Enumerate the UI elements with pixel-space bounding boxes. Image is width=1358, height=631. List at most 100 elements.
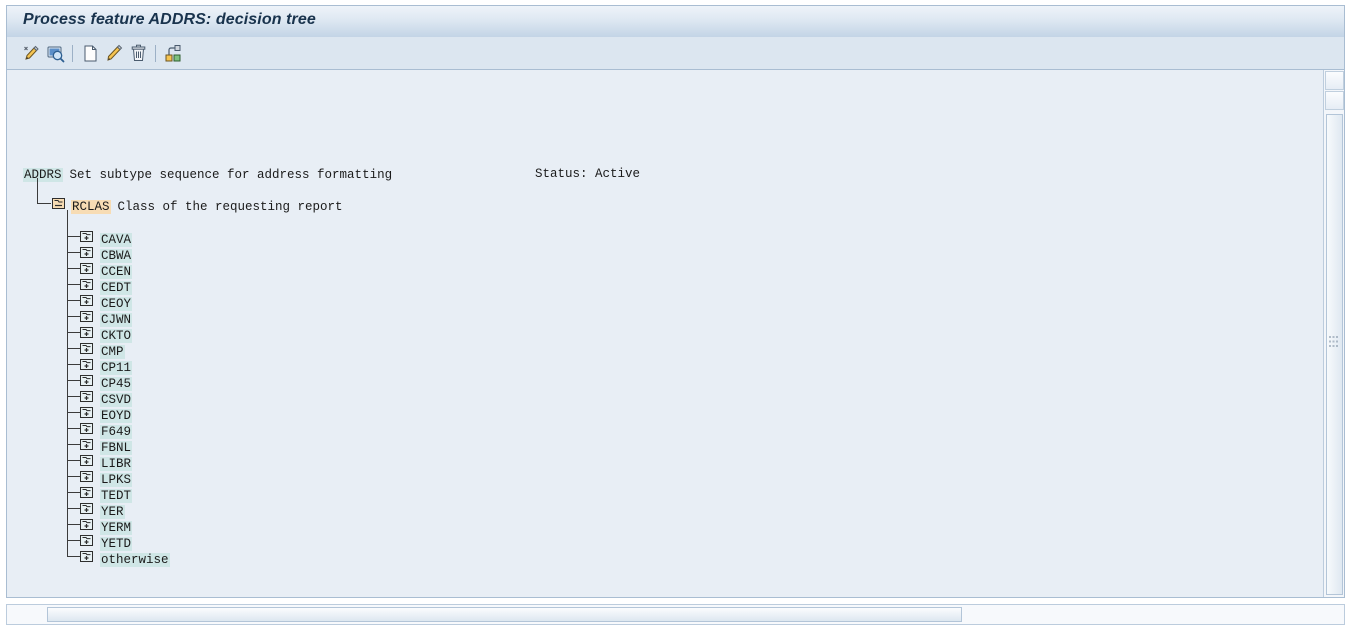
expand-node-icon[interactable] (80, 343, 93, 354)
tree-value-row[interactable]: F649 (100, 424, 133, 440)
expand-node-icon[interactable] (80, 535, 93, 546)
tree-value-row[interactable]: CMP (100, 344, 125, 360)
expand-node-icon[interactable] (80, 519, 93, 530)
create-node-icon[interactable] (78, 42, 102, 66)
tree-value-row[interactable]: YERM (100, 520, 133, 536)
tree-value-row[interactable]: CEDT (100, 280, 133, 296)
decision-tree: ADDRS Set subtype sequence for address fo… (7, 70, 1322, 597)
tree-connector (67, 252, 80, 253)
field-code[interactable]: RCLAS (71, 200, 111, 214)
expand-node-icon[interactable] (80, 295, 93, 306)
tree-value-row[interactable]: LIBR (100, 456, 133, 472)
tree-value-row[interactable]: CP45 (100, 376, 133, 392)
tree-value-row[interactable]: CAVA (100, 232, 133, 248)
expand-node-icon[interactable] (80, 551, 93, 562)
expand-node-icon[interactable] (80, 247, 93, 258)
application-toolbar: © www.tutorialkart.com (6, 37, 1345, 101)
toolbar-separator (155, 45, 156, 62)
tree-connector (37, 178, 38, 203)
window-titlebar: Process feature ADDRS: decision tree (6, 5, 1345, 37)
tree-value-label[interactable]: otherwise (100, 553, 170, 567)
vertical-scrollbar-thumb[interactable] (1326, 114, 1343, 595)
delete-node-icon[interactable] (126, 42, 150, 66)
tree-field-row[interactable]: RCLAS Class of the requesting report (71, 199, 343, 215)
expand-node-icon[interactable] (80, 263, 93, 274)
tree-value-row[interactable]: FBNL (100, 440, 133, 456)
tree-value-row[interactable]: CJWN (100, 312, 133, 328)
tree-value-row[interactable]: CSVD (100, 392, 133, 408)
tree-value-label[interactable]: CP11 (100, 361, 133, 375)
expand-node-icon[interactable] (80, 391, 93, 402)
tree-value-label[interactable]: FBNL (100, 441, 133, 455)
tree-value-label[interactable]: CEOY (100, 297, 133, 311)
tree-value-label[interactable]: YER (100, 505, 125, 519)
tree-value-row[interactable]: CCEN (100, 264, 133, 280)
tree-value-label[interactable]: CCEN (100, 265, 133, 279)
tree-value-row[interactable]: CEOY (100, 296, 133, 312)
expand-node-icon[interactable] (80, 503, 93, 514)
tree-value-label[interactable]: CMP (100, 345, 125, 359)
tree-connector (67, 476, 80, 477)
tree-value-label[interactable]: CJWN (100, 313, 133, 327)
tree-value-label[interactable]: CEDT (100, 281, 133, 295)
tree-value-label[interactable]: YERM (100, 521, 133, 535)
tree-value-label[interactable]: CAVA (100, 233, 133, 247)
structure-graph-icon[interactable] (161, 42, 185, 66)
tree-value-row[interactable]: CBWA (100, 248, 133, 264)
expand-node-icon[interactable] (80, 359, 93, 370)
tree-value-label[interactable]: F649 (100, 425, 133, 439)
expand-node-icon[interactable] (80, 375, 93, 386)
tree-connector (67, 332, 80, 333)
scroll-down-arrow[interactable] (1325, 91, 1344, 110)
tree-value-row[interactable]: CP11 (100, 360, 133, 376)
tree-value-row[interactable]: CKTO (100, 328, 133, 344)
expand-node-icon[interactable] (80, 423, 93, 434)
scroll-left-arrow[interactable] (9, 606, 26, 623)
tree-value-row[interactable]: LPKS (100, 472, 133, 488)
expand-node-icon[interactable] (80, 231, 93, 242)
horizontal-scrollbar-thumb[interactable] (47, 607, 962, 622)
tree-connector (67, 444, 80, 445)
tree-value-label[interactable]: CP45 (100, 377, 133, 391)
tree-value-row[interactable]: otherwise (100, 552, 170, 568)
tree-root-row[interactable]: ADDRS Set subtype sequence for address fo… (23, 167, 392, 183)
tree-connector (67, 316, 80, 317)
expand-node-icon[interactable] (80, 455, 93, 466)
tree-value-label[interactable]: CBWA (100, 249, 133, 263)
scroll-up-arrow[interactable] (1325, 71, 1344, 90)
tree-value-label[interactable]: LPKS (100, 473, 133, 487)
expand-node-icon[interactable] (80, 487, 93, 498)
tree-value-label[interactable]: LIBR (100, 457, 133, 471)
tree-value-row[interactable]: YER (100, 504, 125, 520)
expand-node-icon[interactable] (80, 471, 93, 482)
tree-connector (67, 428, 80, 429)
change-node-icon[interactable] (102, 42, 126, 66)
expand-node-icon[interactable] (80, 279, 93, 290)
expand-node-icon[interactable] (80, 327, 93, 338)
tree-value-label[interactable]: YETD (100, 537, 133, 551)
tree-value-label[interactable]: TEDT (100, 489, 133, 503)
feature-code[interactable]: ADDRS (23, 168, 63, 182)
tree-value-row[interactable]: YETD (100, 536, 133, 552)
horizontal-scrollbar[interactable] (6, 604, 1345, 625)
splitter-grip-icon[interactable] (1329, 334, 1338, 347)
tree-value-row[interactable]: EOYD (100, 408, 133, 424)
tree-value-label[interactable]: EOYD (100, 409, 133, 423)
expand-node-icon[interactable] (80, 407, 93, 418)
tree-connector (67, 396, 80, 397)
display-feature-icon[interactable] (43, 42, 67, 66)
expand-node-icon[interactable] (80, 439, 93, 450)
scroll-left-arrow-end[interactable] (1297, 606, 1314, 623)
test-feature-icon[interactable] (19, 42, 43, 66)
sap-gui-window: Process feature ADDRS: decision tree ADD… (0, 0, 1358, 631)
vertical-scrollbar[interactable] (1323, 70, 1344, 597)
tree-value-label[interactable]: CSVD (100, 393, 133, 407)
collapse-node-icon[interactable] (52, 198, 65, 209)
status-text: Status: Active (535, 167, 641, 181)
tree-value-label[interactable]: CKTO (100, 329, 133, 343)
scroll-right-arrow-end[interactable] (1316, 606, 1333, 623)
tree-connector (37, 203, 51, 204)
scroll-right-arrow[interactable] (28, 606, 45, 623)
tree-value-row[interactable]: TEDT (100, 488, 133, 504)
expand-node-icon[interactable] (80, 311, 93, 322)
